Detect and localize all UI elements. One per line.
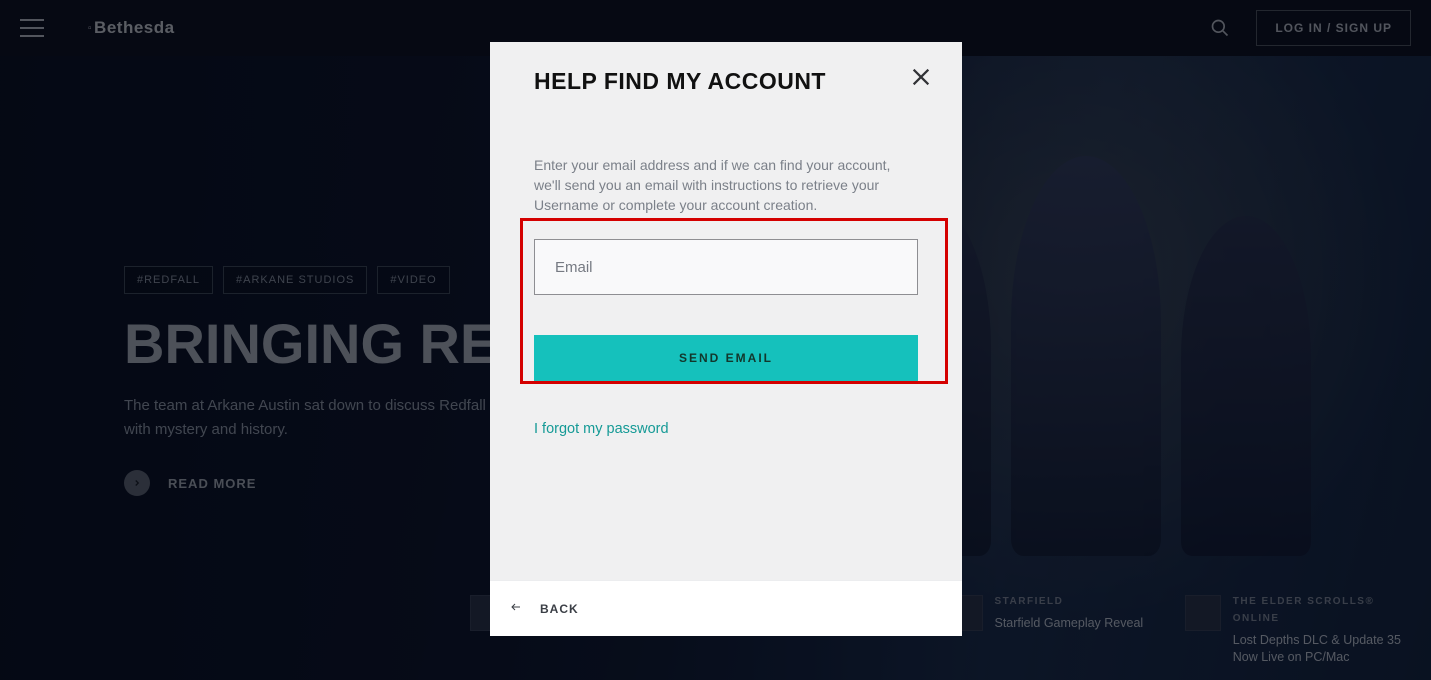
- close-icon[interactable]: [910, 66, 932, 93]
- back-button[interactable]: BACK: [490, 580, 962, 636]
- modal-title: HELP FIND MY ACCOUNT: [534, 68, 918, 95]
- arrow-left-icon: [508, 601, 524, 616]
- forgot-password-link[interactable]: I forgot my password: [534, 421, 669, 437]
- email-field[interactable]: [534, 239, 918, 295]
- back-label: BACK: [540, 602, 579, 616]
- modal-description: Enter your email address and if we can f…: [534, 155, 918, 215]
- help-find-account-modal: HELP FIND MY ACCOUNT Enter your email ad…: [490, 42, 962, 636]
- send-email-button[interactable]: SEND EMAIL: [534, 335, 918, 381]
